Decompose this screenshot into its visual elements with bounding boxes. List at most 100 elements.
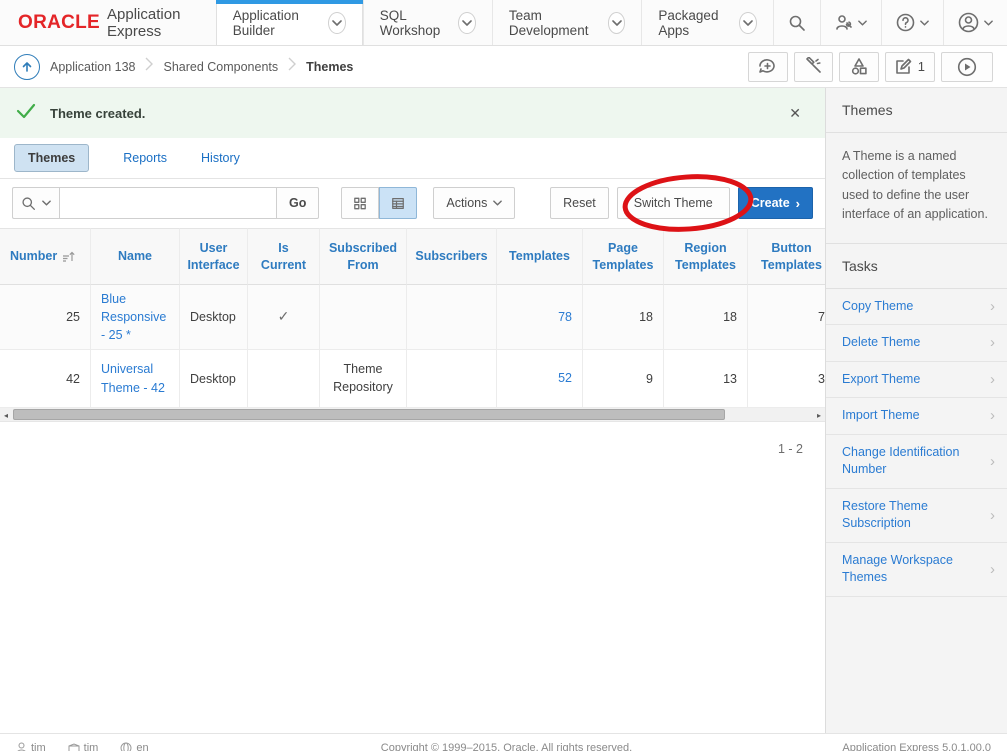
cell-name: Blue Responsive - 25 * — [91, 285, 180, 350]
brand: ORACLE Application Express — [0, 0, 216, 45]
go-button[interactable]: Go — [277, 187, 319, 219]
task-import-theme[interactable]: Import Theme › — [826, 398, 1007, 435]
chevron-down-icon[interactable] — [608, 12, 626, 34]
tab-reports[interactable]: Reports — [123, 151, 167, 165]
switch-theme-button[interactable]: Switch Theme — [617, 187, 730, 219]
task-change-identification-number[interactable]: Change Identification Number › — [826, 435, 1007, 489]
tasks-title: Tasks — [826, 244, 1007, 289]
cell-number: 42 — [0, 350, 91, 408]
horizontal-scrollbar[interactable]: ◂ ▸ — [0, 408, 825, 422]
chevron-down-icon[interactable] — [328, 12, 346, 34]
search-icon[interactable] — [773, 0, 820, 45]
chevron-down-icon[interactable] — [458, 12, 476, 34]
pagination-label: 1 - 2 — [0, 422, 825, 456]
scrollbar-thumb[interactable] — [13, 409, 725, 420]
spotlight-search-icon[interactable] — [794, 52, 833, 82]
chevron-right-icon: › — [990, 371, 995, 388]
reset-button[interactable]: Reset — [550, 187, 609, 219]
success-check-icon — [16, 103, 36, 124]
breadcrumb-themes: Themes — [306, 60, 353, 74]
footer-language: en — [120, 742, 148, 751]
table-body: 25 Blue Responsive - 25 * Desktop ✓ 78 1… — [0, 285, 825, 408]
themes-table: Number Name User Interface Is Current Su… — [0, 228, 825, 408]
up-level-icon[interactable] — [14, 54, 40, 80]
table-row: 42 Universal Theme - 42 Desktop Theme Re… — [0, 350, 836, 408]
column-header-subscribers[interactable]: Subscribers — [407, 228, 497, 285]
cell-region-templates: 13 — [664, 350, 748, 408]
workspace-icon — [68, 743, 80, 751]
column-header-is-current[interactable]: Is Current — [248, 228, 320, 285]
chevron-right-icon: › — [796, 196, 800, 211]
administration-icon[interactable] — [820, 0, 881, 45]
scroll-left-icon[interactable]: ◂ — [0, 408, 12, 422]
shared-components-icon[interactable] — [839, 52, 879, 82]
task-manage-workspace-themes[interactable]: Manage Workspace Themes › — [826, 543, 1007, 597]
column-header-subscribed-from[interactable]: Subscribed From — [320, 228, 407, 285]
sidebar-description: A Theme is a named collection of templat… — [826, 133, 1007, 244]
search-column-selector[interactable] — [12, 187, 59, 219]
help-icon[interactable] — [881, 0, 943, 45]
column-header-page-templates[interactable]: Page Templates — [583, 228, 664, 285]
task-restore-theme-subscription[interactable]: Restore Theme Subscription › — [826, 489, 1007, 543]
theme-name-link[interactable]: Universal Theme - 42 — [101, 360, 169, 396]
scroll-right-icon[interactable]: ▸ — [813, 408, 825, 422]
chevron-right-icon: › — [990, 407, 995, 424]
main-content: Theme created. ✕ Themes Reports History … — [0, 88, 825, 733]
table-header-row: Number Name User Interface Is Current Su… — [0, 228, 836, 285]
actions-menu-button[interactable]: Actions — [433, 187, 515, 219]
cell-user-interface: Desktop — [180, 285, 248, 350]
breadcrumb-application[interactable]: Application 138 — [50, 60, 135, 74]
footer: tim tim en Copyright © 1999–2015, Oracle… — [0, 733, 1007, 751]
cell-button-templates: 3 — [748, 350, 836, 408]
tab-application-builder[interactable]: Application Builder — [216, 0, 363, 45]
cell-is-current: ✓ — [248, 285, 320, 350]
close-icon[interactable]: ✕ — [781, 101, 809, 126]
column-header-number[interactable]: Number — [0, 228, 91, 285]
task-export-theme[interactable]: Export Theme › — [826, 362, 1007, 399]
column-header-templates[interactable]: Templates — [497, 228, 583, 285]
templates-count-link[interactable]: 78 — [558, 308, 572, 326]
icon-view-icon[interactable] — [341, 187, 379, 219]
cell-button-templates: 7 — [748, 285, 836, 350]
cell-subscribed-from — [320, 285, 407, 350]
report-view-icon[interactable] — [379, 187, 417, 219]
right-sidebar: Themes A Theme is a named collection of … — [825, 88, 1007, 733]
globe-icon — [120, 742, 132, 751]
breadcrumb-shared-components[interactable]: Shared Components — [163, 60, 278, 74]
column-header-button-templates[interactable]: Button Templates — [748, 228, 836, 285]
run-application-icon[interactable] — [941, 52, 993, 82]
success-banner: Theme created. ✕ — [0, 88, 825, 138]
footer-workspace: tim — [68, 742, 99, 751]
chevron-down-icon[interactable] — [739, 12, 757, 34]
account-icon[interactable] — [943, 0, 1007, 45]
feedback-icon[interactable] — [748, 52, 788, 82]
report-toolbar: Go Actions Reset Switch Theme — [0, 179, 825, 228]
chevron-right-icon: › — [990, 298, 995, 315]
tab-team-development[interactable]: Team Development — [492, 0, 642, 45]
create-button[interactable]: Create › — [738, 187, 813, 219]
edit-page-button[interactable]: 1 — [885, 52, 935, 82]
cell-user-interface: Desktop — [180, 350, 248, 408]
tab-sql-workshop[interactable]: SQL Workshop — [363, 0, 492, 45]
user-icon — [16, 742, 27, 751]
page-tabs: Themes Reports History — [0, 138, 825, 178]
tab-themes[interactable]: Themes — [14, 144, 89, 172]
search-input[interactable] — [59, 187, 277, 219]
theme-name-link[interactable]: Blue Responsive - 25 * — [101, 290, 169, 344]
cell-page-templates: 9 — [583, 350, 664, 408]
chevron-right-icon: › — [990, 561, 995, 578]
column-header-name[interactable]: Name — [91, 228, 180, 285]
templates-count-link[interactable]: 52 — [558, 369, 572, 387]
cell-subscribers — [407, 350, 497, 408]
tab-history[interactable]: History — [201, 151, 240, 165]
column-header-user-interface[interactable]: User Interface — [180, 228, 248, 285]
task-delete-theme[interactable]: Delete Theme › — [826, 325, 1007, 362]
tab-packaged-apps[interactable]: Packaged Apps — [641, 0, 773, 45]
top-navigation-bar: ORACLE Application Express Application B… — [0, 0, 1007, 46]
sort-ascending-icon — [62, 250, 75, 263]
task-copy-theme[interactable]: Copy Theme › — [826, 289, 1007, 326]
cell-page-templates: 18 — [583, 285, 664, 350]
footer-user: tim — [16, 742, 46, 751]
column-header-region-templates[interactable]: Region Templates — [664, 228, 748, 285]
product-name: Application Express — [107, 6, 194, 40]
